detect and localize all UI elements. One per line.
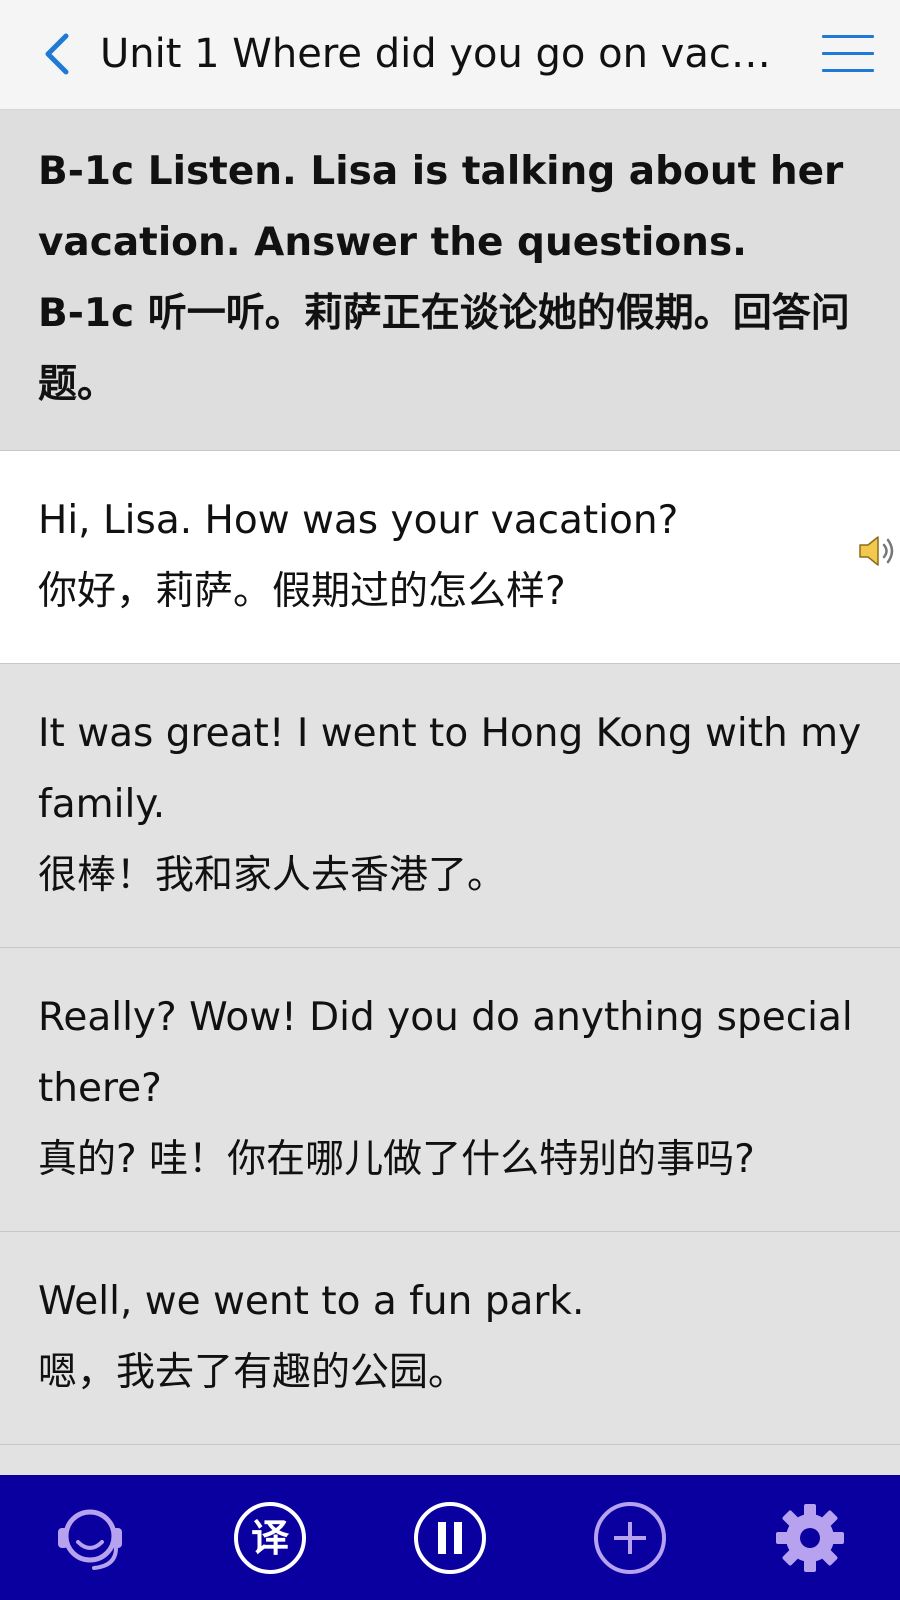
sentence-en: It was great! I went to Hong Kong with m…	[38, 711, 862, 827]
translate-icon: 译	[234, 1501, 306, 1574]
svg-text:译: 译	[251, 1516, 290, 1560]
sentence-list[interactable]: B-1c Listen. Lisa is talking about her v…	[0, 110, 900, 1475]
sentence-en: Hi, Lisa. How was your vacation?	[38, 498, 679, 543]
settings-button[interactable]	[770, 1498, 850, 1578]
sentence-zh: 你好，莉萨。假期过的怎么样?	[38, 569, 566, 614]
speaker-icon[interactable]	[856, 529, 900, 573]
chevron-left-icon	[45, 33, 69, 75]
sentence-zh: 嗯，我去了有趣的公园。	[38, 1350, 468, 1395]
sentence-en: Well, we went to a fun park.	[38, 1279, 585, 1324]
pause-icon	[414, 1501, 486, 1574]
section-title-zh: B-1c 听一听。莉萨正在谈论她的假期。回答问题。	[38, 291, 850, 407]
add-button[interactable]	[590, 1498, 670, 1578]
sentence-row-4[interactable]: Well, we went to a fun park. 嗯，我去了有趣的公园。	[0, 1232, 900, 1445]
headset-button[interactable]	[50, 1498, 130, 1578]
sentence-row-2[interactable]: It was great! I went to Hong Kong with m…	[0, 664, 900, 948]
back-button[interactable]	[30, 24, 84, 84]
sentence-row-1[interactable]: Hi, Lisa. How was your vacation? 你好，莉萨。假…	[0, 451, 900, 664]
menu-button[interactable]	[818, 30, 878, 80]
headset-icon	[58, 1509, 122, 1570]
top-bar: Unit 1 Where did you go on vacatio…	[0, 0, 900, 110]
settings-gear-icon	[776, 1503, 844, 1572]
section-title-en: B-1c Listen. Lisa is talking about her v…	[38, 149, 844, 265]
section-header: B-1c Listen. Lisa is talking about her v…	[0, 110, 900, 451]
sentence-zh: 真的? 哇！你在哪儿做了什么特别的事吗?	[38, 1137, 755, 1182]
sentence-en: Really? Wow! Did you do anything special…	[38, 995, 853, 1111]
page-title: Unit 1 Where did you go on vacatio…	[100, 31, 790, 77]
bottom-toolbar: 译	[0, 1475, 900, 1600]
sentence-zh: 很棒！我和家人去香港了。	[38, 853, 507, 898]
pause-button[interactable]	[410, 1498, 490, 1578]
sentence-row-3[interactable]: Really? Wow! Did you do anything special…	[0, 948, 900, 1232]
translate-button[interactable]: 译	[230, 1498, 310, 1578]
add-icon	[594, 1501, 666, 1574]
hamburger-menu-icon	[822, 35, 874, 38]
